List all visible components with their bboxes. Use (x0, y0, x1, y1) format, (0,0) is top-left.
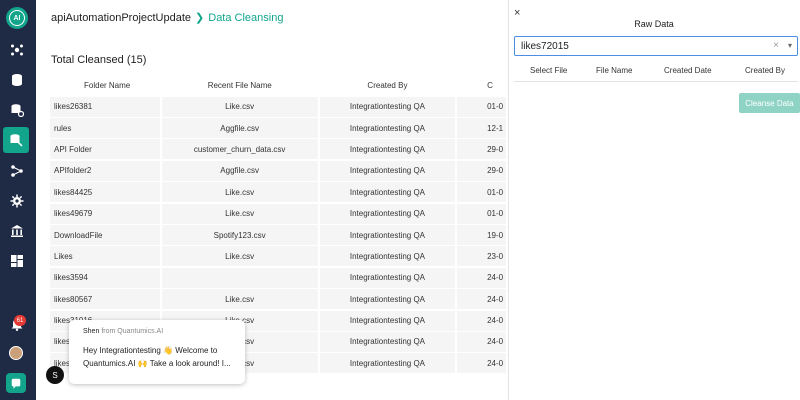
table-row[interactable]: likes80567 Like.csv Integrationtesting QA 2… (50, 289, 508, 310)
created-cell: 29-0 (457, 139, 506, 160)
chat-message: Hey Integrationtesting 👋 Welcome to Quan… (83, 346, 231, 368)
recent-file-cell: Like.csv (161, 289, 318, 310)
header-file-name: File Name (596, 66, 633, 75)
raw-data-table-header: Select File File Name Created Date Creat… (514, 60, 798, 82)
breadcrumb-project[interactable]: apiAutomationProjectUpdate (51, 12, 191, 24)
folder-name-cell: APIfolder2 (50, 160, 160, 181)
table-row[interactable]: likes49679 Like.csv Integrationtesting QA 0… (50, 203, 508, 224)
table-row[interactable]: likes3594 Integrationtesting QA 24-0 (50, 267, 508, 288)
folder-name-cell: likes84425 (50, 182, 160, 203)
folder-name-cell: likes80567 (50, 289, 160, 310)
header-created-by[interactable]: Created By (320, 81, 455, 90)
app-logo[interactable]: AI (6, 7, 28, 29)
created-cell: 01-0 (457, 96, 506, 117)
recent-file-cell: Like.csv (161, 96, 318, 117)
table-row[interactable]: likes26381 Like.csv Integrationtesting QA 0… (50, 96, 508, 117)
logo-text: AI (9, 10, 25, 26)
header-created[interactable]: C (457, 81, 506, 90)
folder-name-cell: API Folder (50, 139, 160, 160)
created-by-cell: Integrationtesting QA (319, 267, 456, 288)
created-by-cell: Integrationtesting QA (319, 246, 456, 267)
created-by-cell: Integrationtesting QA (319, 331, 456, 352)
recent-file-cell: Spotify123.csv (161, 225, 318, 246)
header-created-date: Created Date (664, 66, 712, 75)
gear-icon[interactable] (7, 191, 27, 211)
created-cell: 24-0 (457, 267, 506, 288)
created-by-cell: Integrationtesting QA (319, 310, 456, 331)
folder-select[interactable]: likes72015 × ▾ (514, 36, 798, 56)
created-by-cell: Integrationtesting QA (319, 96, 456, 117)
chevron-right-icon: ❯ (195, 12, 205, 24)
table-row[interactable]: rules Aggfile.csv Integrationtesting QA 12-… (50, 117, 508, 139)
created-cell: 01-0 (457, 203, 506, 224)
recent-file-cell: Like.csv (161, 203, 318, 224)
breadcrumb-current: Data Cleansing (208, 11, 284, 24)
pipeline-icon[interactable] (7, 161, 27, 181)
dashboard-icon[interactable] (7, 251, 27, 271)
chat-popup[interactable]: Shen from Quantumics.AI Hey Integrationt… (69, 320, 245, 384)
created-cell: 01-0 (457, 182, 506, 203)
close-icon[interactable]: × (514, 7, 520, 19)
recent-file-cell: Like.csv (161, 246, 318, 267)
created-by-cell: Integrationtesting QA (319, 118, 456, 139)
chat-sender: Shen from Quantumics.AI (83, 328, 231, 335)
recent-file-cell: Aggfile.csv (161, 118, 318, 139)
table-row[interactable]: API Folder customer_churn_data.csv Integra… (50, 139, 508, 160)
database-settings-icon[interactable] (7, 100, 27, 120)
database-icon[interactable] (7, 70, 27, 90)
created-by-cell: Integrationtesting QA (319, 182, 456, 203)
created-cell: 24-0 (457, 331, 506, 352)
user-avatar[interactable] (9, 346, 23, 360)
total-cleansed-label: Total Cleansed (15) (51, 54, 147, 66)
header-folder-name[interactable]: Folder Name (50, 81, 160, 90)
folder-name-cell: likes26381 (50, 96, 160, 117)
created-cell: 19-0 (457, 225, 506, 246)
recent-file-cell: customer_churn_data.csv (161, 139, 318, 160)
data-cleansing-icon[interactable] (3, 127, 29, 153)
chat-launcher-icon[interactable] (6, 373, 26, 393)
header-recent-file[interactable]: Recent File Name (162, 81, 318, 90)
bank-icon[interactable] (7, 221, 27, 241)
created-cell: 23-0 (457, 246, 506, 267)
created-cell: 29-0 (457, 160, 506, 181)
created-by-cell: Integrationtesting QA (319, 225, 456, 246)
drawer-title: Raw Data (634, 19, 674, 29)
table-row[interactable]: Likes Like.csv Integrationtesting QA 23-0 (50, 246, 508, 267)
folder-name-cell: Likes (50, 246, 160, 267)
recent-file-cell: Like.csv (161, 182, 318, 203)
created-by-cell: Integrationtesting QA (319, 139, 456, 160)
projects-icon[interactable] (7, 40, 27, 60)
created-by-cell: Integrationtesting QA (319, 289, 456, 310)
chevron-down-icon[interactable]: ▾ (788, 41, 792, 50)
sidebar: AI 61 (0, 0, 36, 400)
chat-avatar[interactable]: S (46, 366, 64, 384)
chat-sender-name: Shen (83, 328, 100, 335)
folder-select-value: likes72015 (521, 40, 569, 52)
folder-name-cell: DownloadFile (50, 225, 160, 246)
header-select-file: Select File (530, 66, 568, 75)
created-cell: 24-0 (457, 310, 506, 331)
breadcrumb: apiAutomationProjectUpdate ❯ Data Cleans… (51, 11, 284, 25)
recent-file-cell: Aggfile.csv (161, 160, 318, 181)
created-cell: 24-0 (457, 289, 506, 310)
created-cell: 12-1 (457, 118, 506, 139)
table-row[interactable]: DownloadFile Spotify123.csv Integrationtes… (50, 224, 508, 246)
clear-icon[interactable]: × (773, 40, 779, 51)
folder-name-cell: likes3594 (50, 267, 160, 288)
created-by-cell: Integrationtesting QA (319, 353, 456, 374)
table-header: Folder Name Recent File Name Created By … (50, 74, 508, 96)
header-drawer-created-by: Created By (745, 66, 786, 75)
created-by-cell: Integrationtesting QA (319, 160, 456, 181)
notification-badge: 61 (14, 315, 26, 326)
recent-file-cell (161, 267, 318, 288)
created-cell: 24-0 (457, 353, 506, 374)
folder-name-cell: likes49679 (50, 203, 160, 224)
folder-name-cell: rules (50, 118, 160, 139)
cleanse-data-button[interactable]: Cleanse Data (739, 93, 800, 113)
created-by-cell: Integrationtesting QA (319, 203, 456, 224)
chat-sender-org: from Quantumics.AI (101, 328, 164, 335)
table-row[interactable]: likes84425 Like.csv Integrationtesting QA 0… (50, 182, 508, 203)
table-row[interactable]: APIfolder2 Aggfile.csv Integrationtesting … (50, 160, 508, 181)
